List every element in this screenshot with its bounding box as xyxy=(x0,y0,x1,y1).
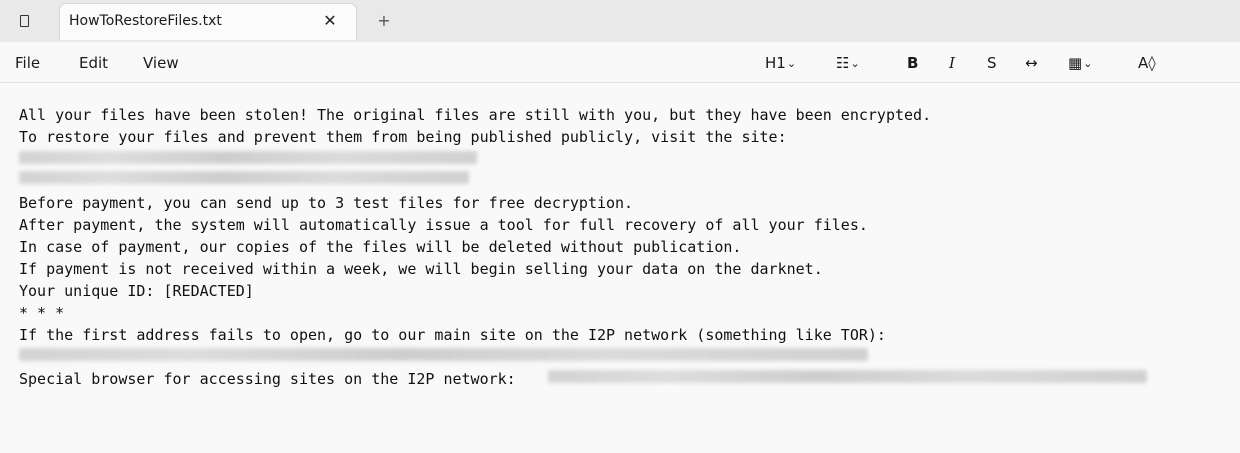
redacted-url xyxy=(19,171,469,184)
document-icon[interactable] xyxy=(14,11,34,31)
table-icon: ▦ xyxy=(1068,54,1083,72)
text-line: After payment, the system will automatic… xyxy=(19,216,868,234)
redacted-url xyxy=(19,151,477,164)
tab-howtorestorefiles[interactable]: HowToRestoreFiles.txt ✕ xyxy=(59,3,357,40)
text-line: Before payment, you can send up to 3 tes… xyxy=(19,194,634,212)
plus-icon[interactable]: + xyxy=(374,11,394,31)
heading-label: H1 xyxy=(765,54,786,72)
chevron-down-icon: ⌄ xyxy=(850,57,860,70)
list-dropdown[interactable]: ☷⌄ xyxy=(836,54,860,72)
list-icon: ☷ xyxy=(836,54,850,72)
menu-edit[interactable]: Edit xyxy=(79,54,108,72)
text-line: In case of payment, our copies of the fi… xyxy=(19,238,742,256)
font-format-icon[interactable]: A◊ xyxy=(1138,54,1156,72)
title-bar: HowToRestoreFiles.txt ✕ + xyxy=(0,0,1240,42)
chevron-down-icon: ⌄ xyxy=(1083,57,1093,70)
link-icon[interactable]: ↔ xyxy=(1025,54,1038,72)
menu-view[interactable]: View xyxy=(143,54,179,72)
italic-button[interactable]: I xyxy=(949,54,955,72)
redacted-url xyxy=(548,370,1147,383)
menu-bar: File Edit View H1⌄ ☷⌄ B I S ↔ ▦⌄ A◊ xyxy=(0,42,1240,83)
text-line: If payment is not received within a week… xyxy=(19,260,823,278)
bold-button[interactable]: B xyxy=(907,54,918,72)
close-icon[interactable]: ✕ xyxy=(321,12,339,30)
heading-dropdown[interactable]: H1⌄ xyxy=(765,54,796,72)
chevron-down-icon: ⌄ xyxy=(786,57,797,70)
menu-file[interactable]: File xyxy=(15,54,40,72)
tab-title: HowToRestoreFiles.txt xyxy=(69,13,222,29)
text-line: Special browser for accessing sites on t… xyxy=(19,370,516,388)
text-line: To restore your files and prevent them f… xyxy=(19,128,787,146)
redacted-url xyxy=(19,348,868,361)
text-line: Your unique ID: [REDACTED] xyxy=(19,282,254,300)
text-line: If the first address fails to open, go t… xyxy=(19,326,886,344)
text-line: All your files have been stolen! The ori… xyxy=(19,106,932,124)
strikethrough-button[interactable]: S xyxy=(987,54,997,72)
table-dropdown[interactable]: ▦⌄ xyxy=(1068,54,1092,72)
text-line: * * * xyxy=(19,304,65,322)
text-editor[interactable]: All your files have been stolen! The ori… xyxy=(0,84,1240,453)
